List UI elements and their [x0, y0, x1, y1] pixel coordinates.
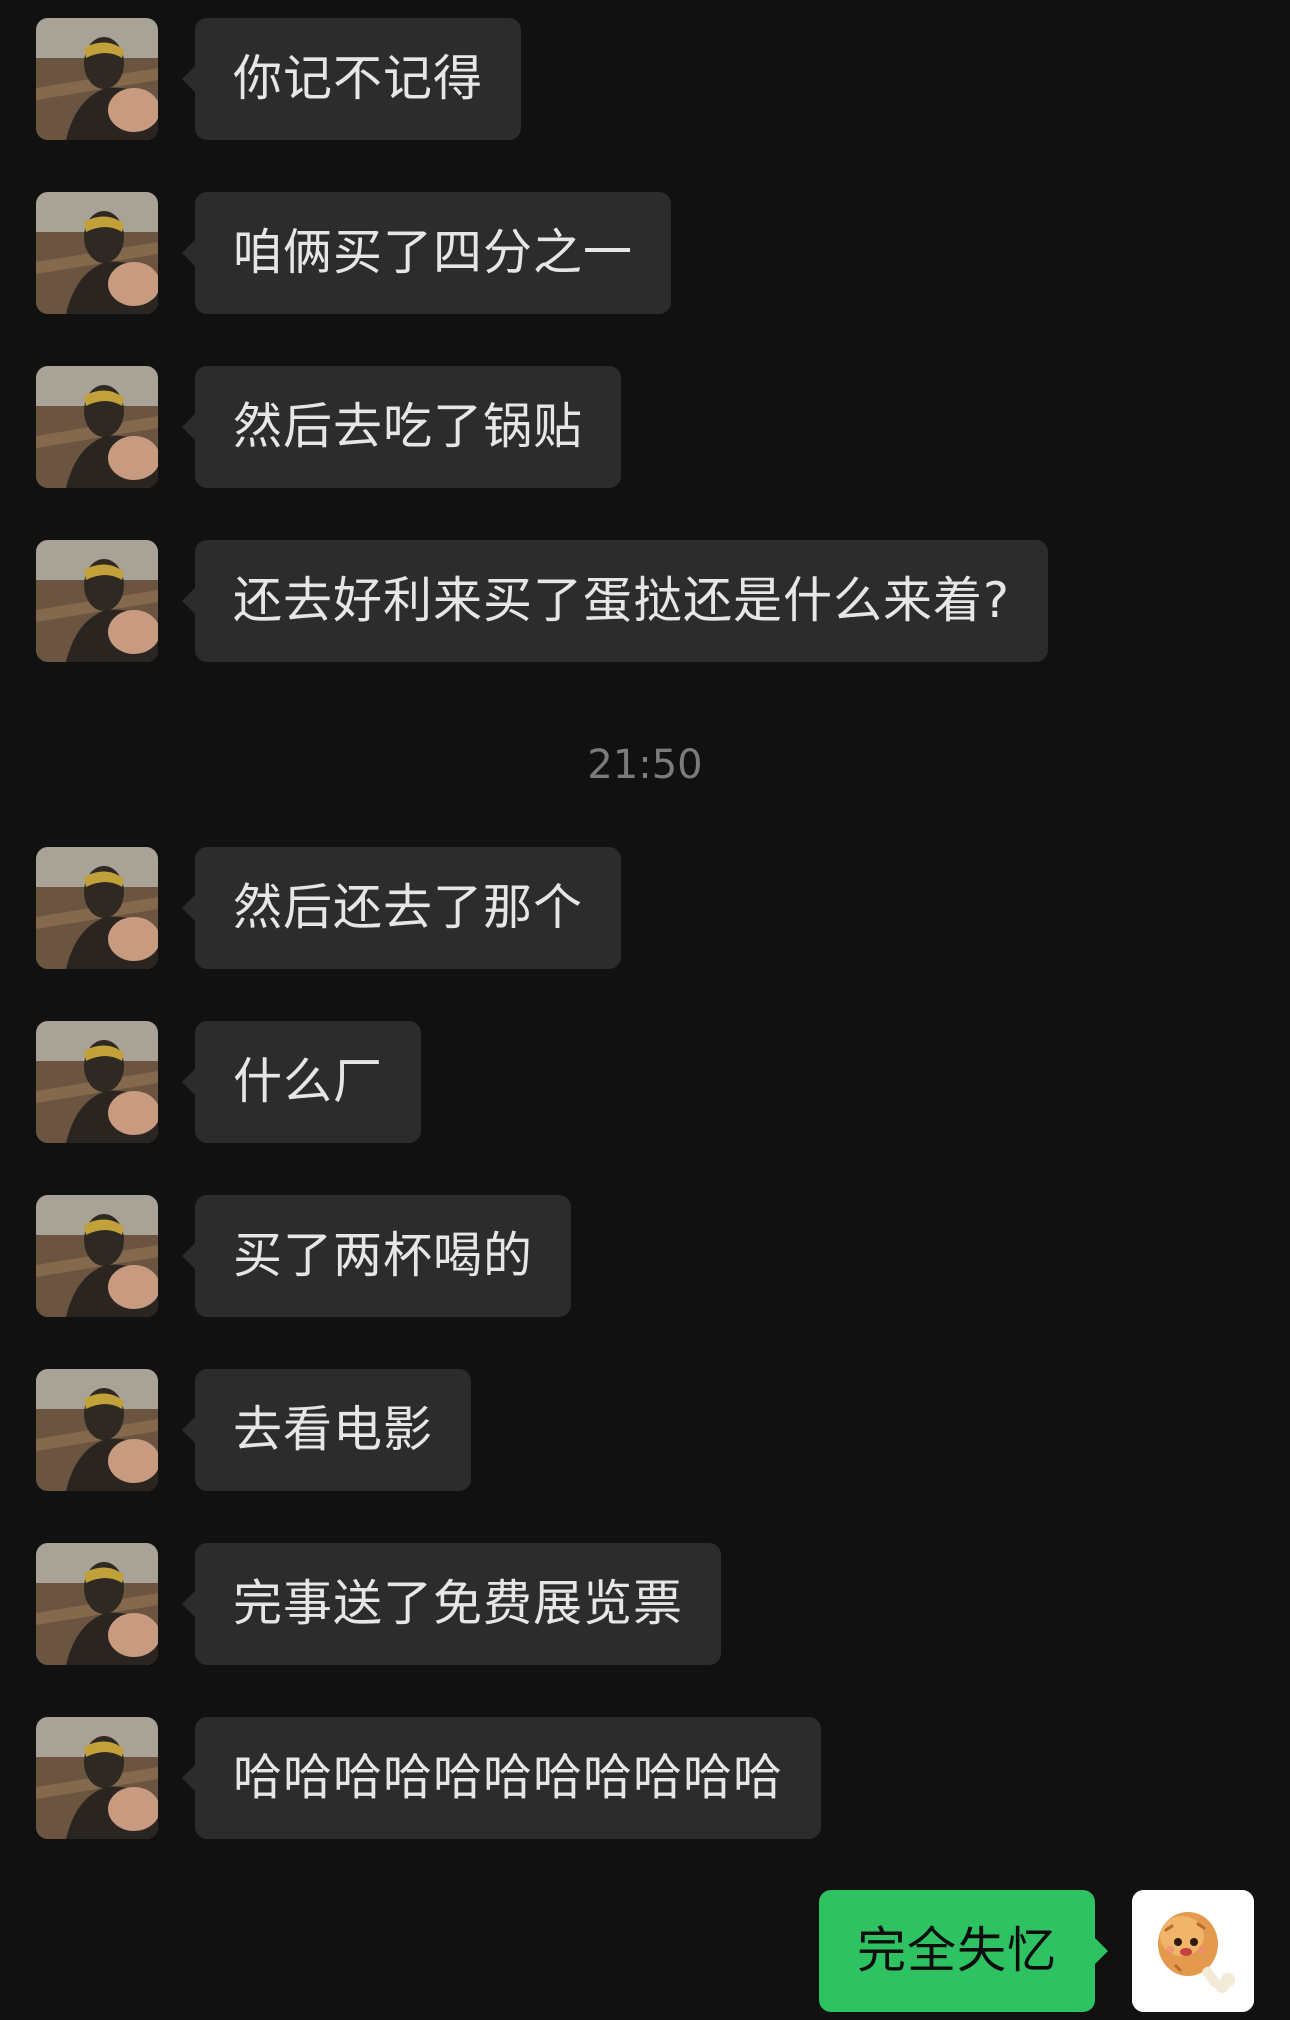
self-avatar[interactable] — [1132, 1890, 1254, 2012]
profile-photo-icon — [36, 1543, 158, 1665]
chicken-leg-icon — [1132, 1890, 1254, 2012]
contact-avatar[interactable] — [36, 847, 158, 969]
profile-photo-icon — [36, 540, 158, 662]
incoming-message-bubble[interactable]: 完事送了免费展览票 — [181, 1543, 722, 1665]
contact-avatar[interactable] — [36, 1717, 158, 1839]
contact-avatar[interactable] — [36, 18, 158, 140]
contact-avatar[interactable] — [36, 366, 158, 488]
incoming-message-bubble[interactable]: 还去好利来买了蛋挞还是什么来着? — [181, 540, 1049, 662]
message-row: 哈哈哈哈哈哈哈哈哈哈哈 — [0, 1717, 1290, 1839]
incoming-message-bubble[interactable]: 然后还去了那个 — [181, 847, 622, 969]
profile-photo-icon — [36, 1717, 158, 1839]
message-row: 完事送了免费展览票 — [0, 1543, 1290, 1665]
message-row: 什么厂 — [0, 1021, 1290, 1143]
message-row: 还去好利来买了蛋挞还是什么来着? — [0, 540, 1290, 662]
contact-avatar[interactable] — [36, 1543, 158, 1665]
contact-avatar[interactable] — [36, 1195, 158, 1317]
incoming-message-bubble[interactable]: 买了两杯喝的 — [181, 1195, 572, 1317]
incoming-message-bubble[interactable]: 然后去吃了锅贴 — [181, 366, 622, 488]
contact-avatar[interactable] — [36, 1369, 158, 1491]
outgoing-message-bubble[interactable]: 完全失忆 — [818, 1890, 1109, 2012]
incoming-message-bubble[interactable]: 咱俩买了四分之一 — [181, 192, 672, 314]
message-timestamp: 21:50 — [587, 742, 703, 788]
contact-avatar[interactable] — [36, 1021, 158, 1143]
profile-photo-icon — [36, 847, 158, 969]
contact-avatar[interactable] — [36, 192, 158, 314]
message-row: 然后去吃了锅贴 — [0, 366, 1290, 488]
message-row: 咱俩买了四分之一 — [0, 192, 1290, 314]
profile-photo-icon — [36, 1195, 158, 1317]
profile-photo-icon — [36, 18, 158, 140]
profile-photo-icon — [36, 1369, 158, 1491]
incoming-message-bubble[interactable]: 哈哈哈哈哈哈哈哈哈哈哈 — [181, 1717, 822, 1839]
outgoing-message-row: 完全失忆 — [0, 1890, 1290, 2012]
contact-avatar[interactable] — [36, 540, 158, 662]
incoming-message-bubble[interactable]: 去看电影 — [181, 1369, 472, 1491]
message-row: 然后还去了那个 — [0, 847, 1290, 969]
incoming-message-bubble[interactable]: 你记不记得 — [181, 18, 522, 140]
profile-photo-icon — [36, 1021, 158, 1143]
profile-photo-icon — [36, 192, 158, 314]
message-row: 你记不记得 — [0, 18, 1290, 140]
incoming-message-bubble[interactable]: 什么厂 — [181, 1021, 422, 1143]
profile-photo-icon — [36, 366, 158, 488]
message-row: 去看电影 — [0, 1369, 1290, 1491]
message-row: 买了两杯喝的 — [0, 1195, 1290, 1317]
